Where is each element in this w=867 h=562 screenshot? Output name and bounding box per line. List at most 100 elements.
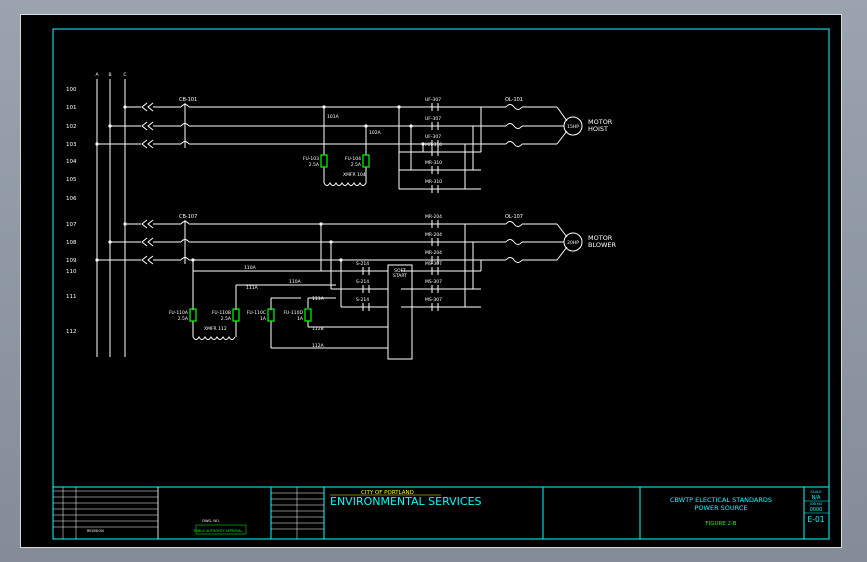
fuse-fu-104: FU-104 bbox=[345, 156, 361, 162]
junction-dot bbox=[95, 258, 99, 262]
breaker-chevron bbox=[147, 121, 154, 131]
junction-dot bbox=[364, 124, 368, 128]
revision-header: REVISION bbox=[87, 529, 104, 533]
fuse-fu-110d: FU-110D bbox=[283, 310, 303, 316]
fuse-fu-110b-rating: 2.5A bbox=[221, 316, 232, 322]
contact-upper: UF-307 bbox=[425, 134, 441, 140]
breaker-chevron bbox=[141, 121, 148, 131]
breaker-chevron bbox=[147, 255, 154, 265]
breaker-chevron bbox=[141, 139, 148, 149]
cad-viewport[interactable]: 100 101 102 103 104 105 106 107 108 109 110 111 112 A… bbox=[0, 0, 867, 562]
breaker-chevron bbox=[141, 255, 148, 265]
transformer-xmfr-104: XMFR 104 bbox=[343, 172, 366, 178]
rung-number: 100 bbox=[66, 87, 77, 93]
approval-label: PUBLIC AUTHORITY APPROVAL bbox=[194, 529, 243, 533]
bus-label: A bbox=[95, 72, 99, 78]
starter-contact: S-214 bbox=[356, 279, 369, 285]
rung-number: 109 bbox=[66, 258, 77, 264]
breaker-chevron bbox=[147, 139, 154, 149]
fuse-symbol bbox=[320, 154, 328, 168]
drawing-number-label: DWG. NO. bbox=[202, 519, 219, 523]
bus-label: B bbox=[108, 72, 111, 78]
fuse-symbol bbox=[304, 308, 312, 322]
fuse-symbol bbox=[189, 308, 197, 322]
overload-heater bbox=[505, 221, 523, 227]
rung-number: 111 bbox=[66, 294, 77, 300]
wiring bbox=[96, 79, 568, 357]
fuse-symbol bbox=[267, 308, 275, 322]
contact-upper: UF-307 bbox=[425, 116, 441, 122]
contact-lower: MS-307 bbox=[425, 261, 442, 267]
overload-ol-101: OL-101 bbox=[505, 97, 523, 103]
scale-value: N/A bbox=[812, 495, 821, 501]
motor-rating: 20HP bbox=[567, 240, 579, 246]
overload-heater bbox=[505, 257, 523, 263]
contact-lower: MR-204 bbox=[425, 214, 442, 220]
overload-heater bbox=[505, 104, 523, 110]
junction-dot bbox=[108, 240, 112, 244]
scale-label: SCALE bbox=[810, 490, 821, 494]
junction-dot bbox=[123, 222, 127, 226]
contact-lower: MR-204 bbox=[425, 232, 442, 238]
bus-label: C bbox=[123, 72, 126, 78]
fuse-symbol bbox=[232, 308, 240, 322]
fuse-fu-110d-rating: 1A bbox=[297, 316, 304, 322]
rung-number: 102 bbox=[66, 124, 77, 130]
motor-lead bbox=[556, 106, 568, 122]
figure-number: FIGURE 2-B bbox=[705, 521, 736, 527]
overload-heater bbox=[505, 123, 523, 129]
overload-ol-107: OL-107 bbox=[505, 214, 523, 220]
breaker-chevron bbox=[147, 102, 154, 112]
wire-label: 112A bbox=[312, 343, 325, 349]
junction-dot bbox=[123, 105, 127, 109]
fuse-fu-103: FU-103 bbox=[303, 156, 319, 162]
rung-number: 106 bbox=[66, 196, 77, 202]
fuse-fu-104-rating: 2.5A bbox=[351, 162, 362, 168]
breaker-chevron bbox=[141, 219, 148, 229]
power-schematic[interactable]: 100 101 102 103 104 105 106 107 108 109 110 111 112A… bbox=[21, 15, 843, 549]
transformer-xmfr-112: XMFR 112 bbox=[204, 326, 227, 332]
motor-rating: 15HP bbox=[567, 124, 579, 130]
rung-number: 103 bbox=[66, 142, 77, 148]
motor-lead bbox=[556, 223, 568, 238]
fuse-fu-103-rating: 2.5A bbox=[309, 162, 320, 168]
rung-number: 108 bbox=[66, 240, 77, 246]
fuse-symbol bbox=[362, 154, 370, 168]
contact-upper: MR-310 bbox=[425, 142, 442, 148]
overload-heater bbox=[505, 239, 523, 245]
motor-label: BLOWER bbox=[588, 241, 616, 249]
wire-label: 101A bbox=[327, 114, 340, 120]
transformer-coil bbox=[192, 336, 236, 340]
contact-lower: MR-204 bbox=[425, 250, 442, 256]
soft-start-box bbox=[387, 264, 413, 360]
job-label: JOB NO bbox=[809, 502, 823, 506]
junction-dot bbox=[329, 240, 333, 244]
motor-label: HOIST bbox=[588, 125, 608, 133]
fuse-fu-110c: FU-110C bbox=[247, 310, 266, 316]
wire-label: 111A bbox=[312, 296, 325, 302]
drawing-title-line1: CBWTP ELECTICAL STANDARDS bbox=[670, 496, 772, 504]
job-value: 0000 bbox=[810, 507, 823, 513]
rung-number: 110 bbox=[66, 269, 77, 275]
wire-label: 102A bbox=[369, 130, 382, 136]
logo-main-text: ENVIRONMENTAL SERVICES bbox=[330, 495, 482, 508]
motor-lead bbox=[556, 130, 568, 145]
junction-dot bbox=[409, 124, 413, 128]
junction-dot bbox=[191, 258, 195, 262]
wire-label: 110A bbox=[289, 279, 302, 285]
junction-dot bbox=[322, 105, 326, 109]
starter-contact: S-214 bbox=[356, 261, 369, 267]
soft-start-label: START bbox=[393, 273, 407, 279]
junction-dot bbox=[339, 258, 343, 262]
fuse-fu-110a-rating: 2.5A bbox=[178, 316, 189, 322]
overload-heater bbox=[505, 141, 523, 147]
junction-dot bbox=[95, 142, 99, 146]
contact-upper: MR-310 bbox=[425, 179, 442, 185]
rung-number: 104 bbox=[66, 159, 77, 165]
rung-number: 105 bbox=[66, 177, 77, 183]
rung-number: 101 bbox=[66, 105, 77, 111]
rung-number: 107 bbox=[66, 222, 77, 228]
breaker-chevron bbox=[141, 237, 148, 247]
drawing-sheet[interactable]: 100 101 102 103 104 105 106 107 108 109 110 111 112 A… bbox=[20, 14, 842, 548]
sheet-number: E-01 bbox=[808, 515, 825, 524]
